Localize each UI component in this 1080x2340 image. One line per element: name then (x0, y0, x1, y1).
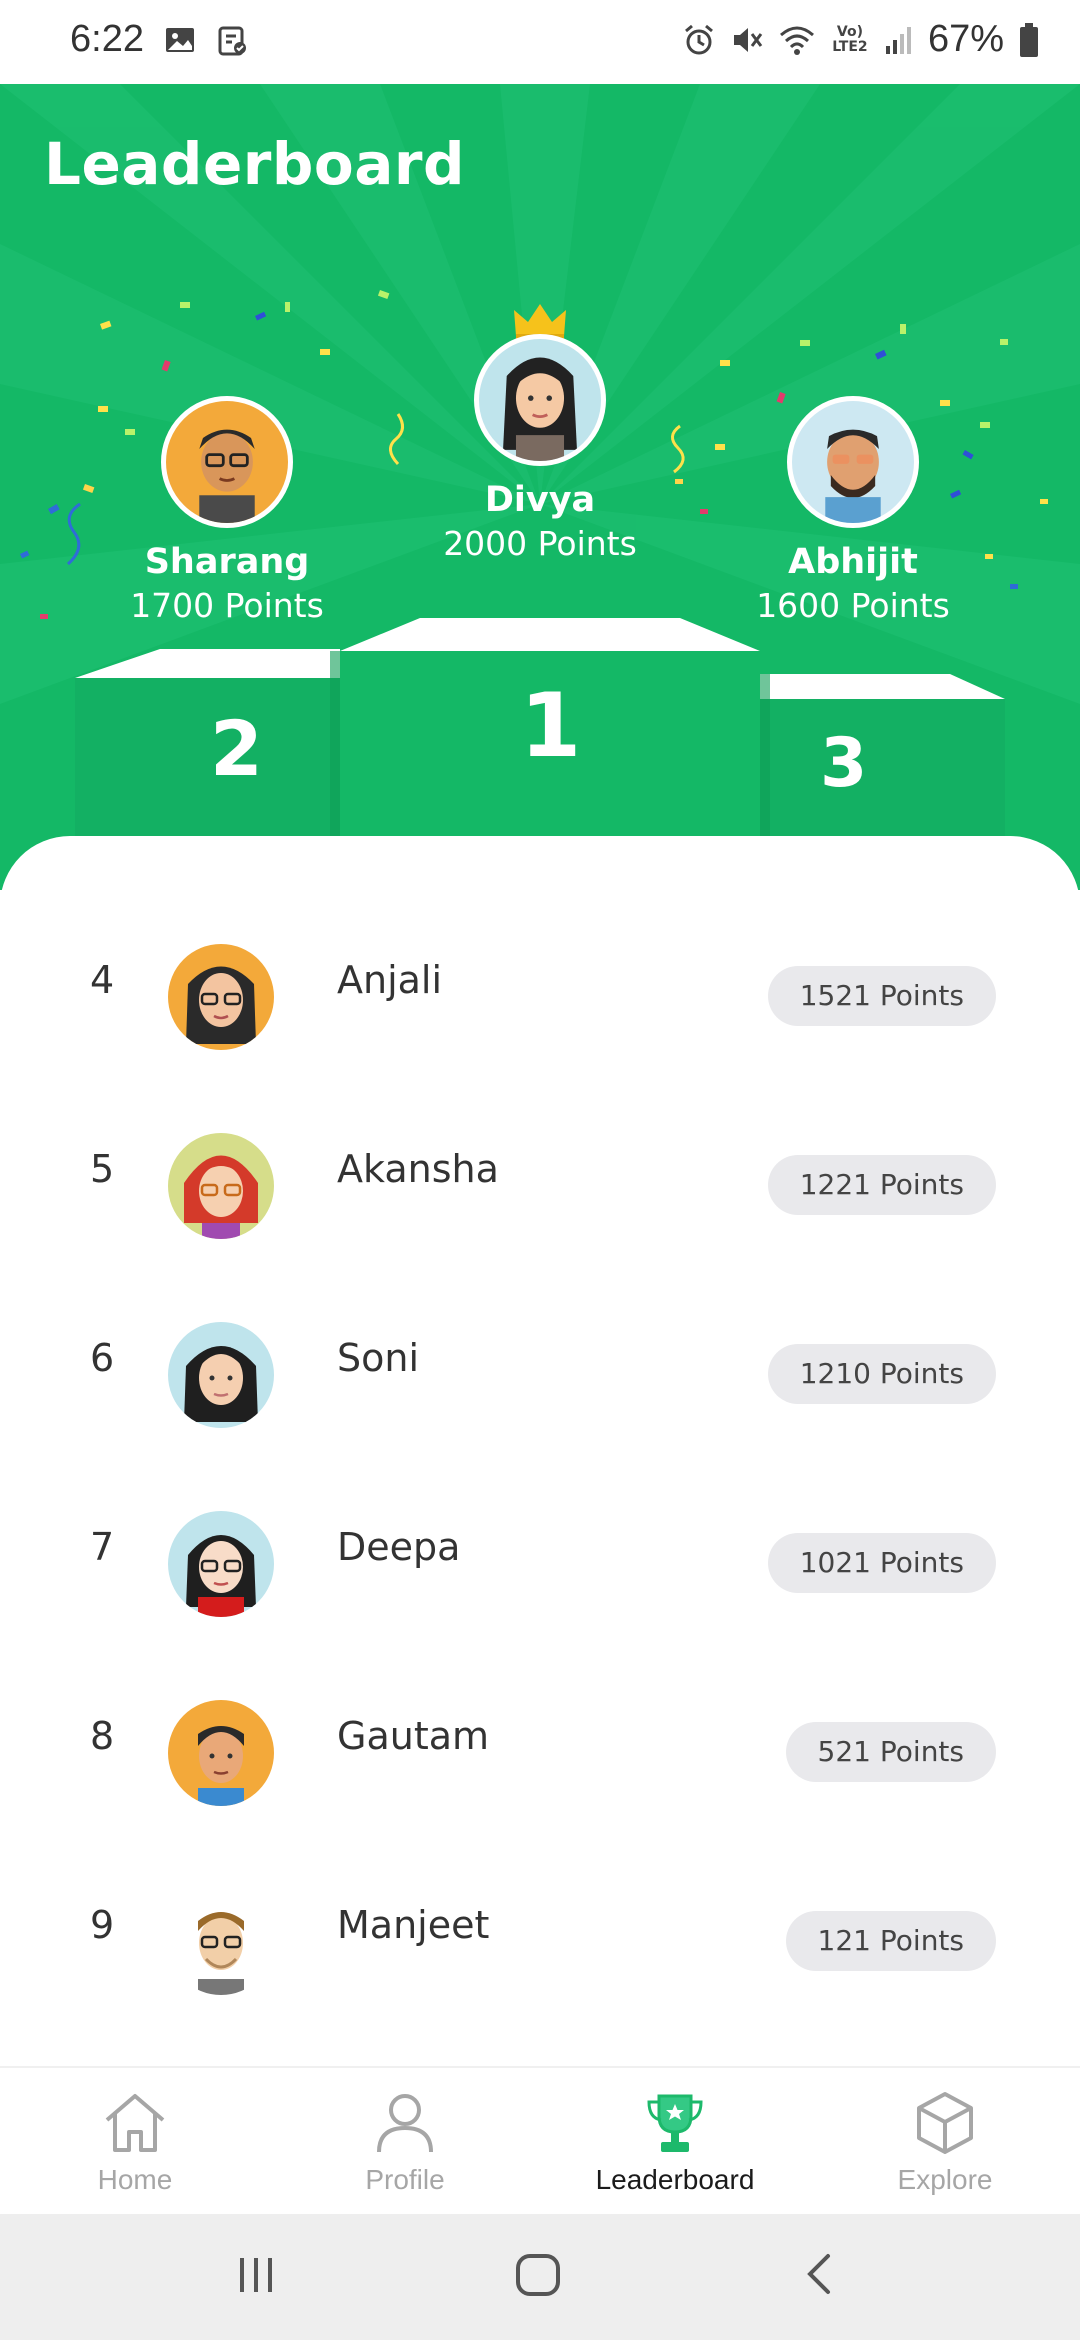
avatar (168, 1700, 274, 1806)
avatar (168, 1322, 274, 1428)
points-badge: 1521 Points (767, 966, 996, 1026)
network-label: Vo) LTE2 (832, 23, 868, 55)
list-item[interactable]: 8 Gautam 521 Points (0, 1642, 1080, 1831)
signal-icon (885, 26, 911, 54)
avatar (168, 1889, 274, 1995)
list-item[interactable]: 5 Akansha 1221 Points (0, 1075, 1080, 1264)
status-bar: 6:22 Vo) LTE2 67% (0, 0, 1080, 84)
user-name: Gautam (337, 1714, 490, 1758)
podium-name: Divya (484, 480, 596, 520)
cube-icon (917, 2092, 973, 2154)
podium-rank-1: 1 (520, 674, 582, 777)
rank-number: 4 (90, 958, 115, 1002)
battery-percent: 67% (927, 18, 1004, 60)
podium-third[interactable]: Abhijit 1600 Points (713, 396, 993, 625)
profile-icon (377, 2094, 433, 2153)
podium-name: Abhijit (788, 542, 918, 582)
nav-explore[interactable]: Explore (810, 2068, 1080, 2214)
points-badge: 1221 Points (767, 1155, 996, 1215)
nav-label: Home (97, 2164, 173, 2195)
leaderboard-list: 4 Anjali 1521 Points 5 Akansha 1221 Poin… (0, 836, 1080, 2066)
podium-points: 2000 Points (443, 524, 637, 563)
avatar (474, 334, 606, 466)
user-name: Soni (337, 1336, 420, 1380)
nav-leaderboard[interactable]: Leaderboard (540, 2068, 810, 2214)
rank-number: 7 (90, 1525, 115, 1569)
points-badge: 1210 Points (767, 1344, 996, 1404)
list-item[interactable]: 7 Deepa 1021 Points (0, 1453, 1080, 1642)
podium-rank-2: 2 (210, 704, 263, 793)
nav-profile[interactable]: Profile (270, 2068, 540, 2214)
nav-label: Explore (897, 2164, 993, 2195)
battery-icon (1020, 22, 1038, 57)
avatar (168, 944, 274, 1050)
clipboard-icon (218, 26, 246, 56)
rank-number: 8 (90, 1714, 115, 1758)
nav-label: Leaderboard (595, 2164, 755, 2195)
back-button[interactable] (800, 2250, 840, 2298)
rank-number: 9 (90, 1903, 115, 1947)
home-icon (105, 2094, 165, 2152)
podium-points: 1700 Points (130, 586, 324, 625)
system-nav-bar (0, 2214, 1080, 2340)
points-badge: 1021 Points (767, 1533, 996, 1593)
list-item[interactable]: 4 Anjali 1521 Points (0, 886, 1080, 1075)
rank-number: 5 (90, 1147, 115, 1191)
recents-button[interactable] (236, 2250, 278, 2298)
home-button[interactable] (514, 2250, 562, 2298)
rank-number: 6 (90, 1336, 115, 1380)
status-left-icons (164, 24, 248, 56)
podium-points: 1600 Points (756, 586, 950, 625)
nav-home[interactable]: Home (0, 2068, 270, 2214)
nav-label: Profile (365, 2164, 445, 2195)
avatar (787, 396, 919, 528)
wifi-icon (779, 26, 814, 55)
leaderboard-header: Leaderboard 2 1 3 Divya 2000 Points Shar… (0, 84, 1080, 890)
avatar (168, 1511, 274, 1617)
podium-name: Sharang (144, 542, 310, 582)
avatar (168, 1133, 274, 1239)
user-name: Akansha (337, 1147, 499, 1191)
bottom-nav: Home Profile Leaderboard Explore (0, 2066, 1080, 2214)
podium-second[interactable]: Sharang 1700 Points (87, 396, 367, 625)
podium-rank-3: 3 (820, 724, 868, 803)
user-name: Manjeet (337, 1903, 490, 1947)
list-item[interactable]: 9 Manjeet 121 Points (0, 1831, 1080, 2020)
points-badge: 121 Points (785, 1911, 996, 1971)
mute-icon (733, 27, 763, 52)
user-name: Anjali (337, 958, 443, 1002)
list-item[interactable]: 6 Soni 1210 Points (0, 1264, 1080, 1453)
trophy-icon (647, 2094, 703, 2152)
status-time: 6:22 (70, 18, 144, 60)
page-title: Leaderboard (44, 130, 466, 198)
points-badge: 521 Points (785, 1722, 996, 1782)
podium-first[interactable]: Divya 2000 Points (400, 334, 680, 563)
avatar (161, 396, 293, 528)
status-right: Vo) LTE2 67% (682, 18, 1040, 61)
alarm-icon (684, 24, 713, 54)
user-name: Deepa (337, 1525, 461, 1569)
image-icon (166, 28, 194, 52)
